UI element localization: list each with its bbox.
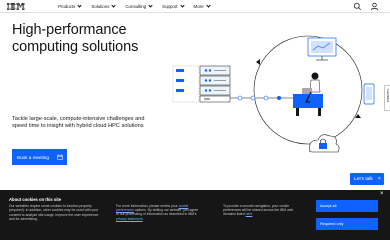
hpc-illustration bbox=[172, 35, 375, 153]
required-only-label: Required only bbox=[320, 222, 344, 226]
feedback-tab-label: Feedback bbox=[386, 89, 390, 103]
nav-products-label: Products bbox=[58, 4, 76, 9]
accept-all-button[interactable]: Accept all bbox=[316, 200, 378, 212]
cookie-info: For more information, please review your… bbox=[116, 204, 200, 221]
nav-solutions-label: Solutions bbox=[91, 4, 110, 9]
nav-consulting[interactable]: Consulting bbox=[125, 3, 153, 9]
user-icon[interactable] bbox=[370, 2, 379, 11]
calendar-icon bbox=[57, 153, 63, 160]
server-rack-graphic bbox=[172, 65, 231, 103]
lets-talk-button[interactable]: Let's talk × bbox=[350, 173, 384, 185]
domains-here-link[interactable]: here bbox=[246, 212, 253, 216]
cookie-intro: About cookies on this site Our websites … bbox=[9, 197, 103, 221]
data-flow-line bbox=[230, 95, 296, 101]
nav-more-label: More bbox=[193, 4, 204, 9]
lets-talk-label: Let's talk bbox=[354, 176, 373, 182]
book-meeting-label: Book a meeting bbox=[17, 154, 49, 160]
top-nav: Products Solutions Consulting Support Mo… bbox=[0, 0, 390, 13]
cloud-lock-graphic bbox=[309, 134, 340, 153]
chevron-down-icon bbox=[77, 3, 82, 8]
cookie-text-3: To provide a smooth navigation, your coo… bbox=[223, 204, 294, 217]
hero-description: Tackle large-scale, compute-intensive ch… bbox=[12, 116, 145, 130]
nav-products[interactable]: Products bbox=[58, 3, 82, 9]
page-title: High-performance computing solutions bbox=[12, 22, 139, 55]
close-icon[interactable]: × bbox=[380, 191, 384, 197]
ibm-logo[interactable] bbox=[7, 3, 25, 10]
accept-all-label: Accept all bbox=[320, 204, 337, 208]
cookie-banner: × About cookies on this site Our website… bbox=[0, 190, 390, 240]
cookie-title: About cookies on this site bbox=[9, 197, 62, 202]
monitor-graphic bbox=[307, 37, 337, 61]
chevron-down-icon bbox=[179, 3, 185, 8]
privacy-statement-link[interactable]: privacy statement bbox=[116, 217, 143, 221]
chevron-down-icon bbox=[148, 3, 153, 8]
nav-solutions[interactable]: Solutions bbox=[91, 3, 117, 9]
person-at-desk-graphic bbox=[293, 72, 323, 116]
nav-support[interactable]: Support bbox=[162, 3, 185, 9]
required-only-button[interactable]: Required only bbox=[316, 218, 378, 230]
nav-consulting-label: Consulting bbox=[125, 4, 147, 9]
cookie-text-1: Our websites require some cookies to fun… bbox=[9, 204, 99, 221]
cookie-domains: To provide a smooth navigation, your coo… bbox=[223, 204, 307, 217]
feedback-tab[interactable]: Feedback bbox=[384, 85, 390, 111]
search-icon[interactable] bbox=[353, 2, 362, 11]
phone-graphic bbox=[363, 83, 375, 105]
chevron-down-icon bbox=[205, 3, 211, 8]
book-meeting-button[interactable]: Book a meeting bbox=[12, 149, 67, 165]
nav-support-label: Support bbox=[162, 4, 178, 9]
nav-more[interactable]: More bbox=[193, 3, 211, 9]
chevron-down-icon bbox=[111, 3, 117, 8]
close-icon[interactable]: × bbox=[378, 176, 381, 183]
